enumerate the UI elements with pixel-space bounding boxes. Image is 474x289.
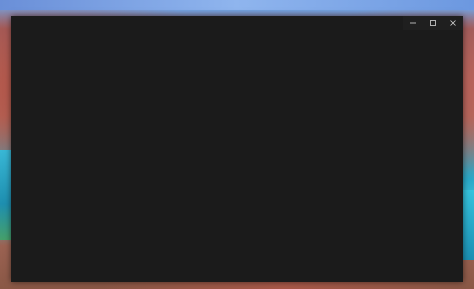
desktop-wallpaper [0, 0, 474, 289]
maximize-button[interactable] [423, 16, 443, 30]
minimize-button[interactable] [403, 16, 423, 30]
wallpaper-sky [0, 0, 474, 10]
app-window[interactable] [11, 16, 463, 282]
maximize-icon [429, 19, 437, 27]
title-bar[interactable] [11, 16, 463, 30]
minimize-icon [409, 19, 417, 27]
window-content-area[interactable] [11, 30, 463, 282]
window-caption-controls [403, 16, 463, 30]
close-button[interactable] [443, 16, 463, 30]
close-icon [449, 19, 457, 27]
